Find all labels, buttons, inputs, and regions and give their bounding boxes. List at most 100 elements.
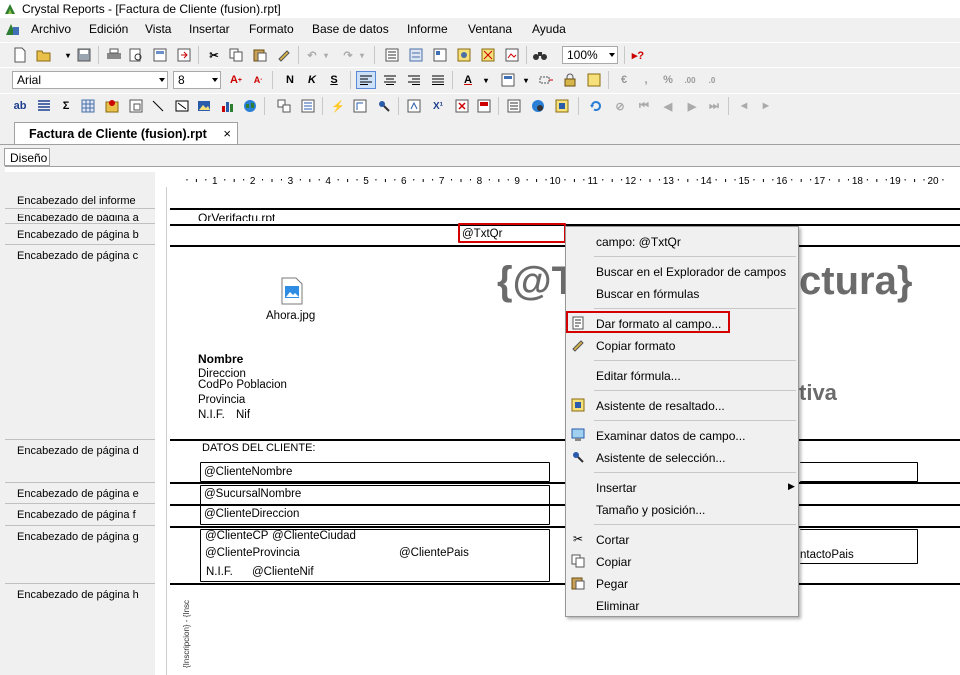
- image-file-icon[interactable]: [281, 277, 303, 305]
- field-txtqr[interactable]: @TxtQr: [462, 228, 502, 240]
- open-icon[interactable]: [36, 47, 52, 63]
- section-label-page-header-g[interactable]: Encabezado de página g: [17, 531, 139, 543]
- dependency-checker-icon[interactable]: [480, 47, 496, 63]
- menu-ventana[interactable]: Ventana: [468, 22, 512, 36]
- menu-edicion[interactable]: Edición: [89, 22, 128, 36]
- menu-item-examinar-datos[interactable]: Examinar datos de campo...: [596, 429, 745, 443]
- cut-icon[interactable]: ✂: [206, 47, 222, 63]
- field-client-city[interactable]: @ClienteCiudad: [272, 530, 356, 542]
- document-icon[interactable]: [4, 21, 20, 37]
- section-label-page-header-d[interactable]: Encabezado de página d: [17, 445, 139, 457]
- database-globe-icon[interactable]: [530, 98, 546, 114]
- bold-button[interactable]: N: [282, 72, 298, 88]
- highlight-toolbar-icon[interactable]: [554, 98, 570, 114]
- menu-vista[interactable]: Vista: [145, 22, 171, 36]
- border-icon[interactable]: [500, 72, 516, 88]
- menu-item-buscar-formulas[interactable]: Buscar en fórmulas: [596, 287, 699, 301]
- stop-icon[interactable]: ⊘: [612, 98, 628, 114]
- preview-icon[interactable]: [152, 47, 168, 63]
- undo-dropdown-icon[interactable]: ▾: [318, 47, 334, 63]
- menu-ayuda[interactable]: Ayuda: [532, 22, 566, 36]
- picture-icon[interactable]: [196, 98, 212, 114]
- horizontal-ruler[interactable]: 1 2 3 4 5 6 7 8 9 10 11 12 13 14 15 16 17 18 19 20: [175, 174, 960, 186]
- delete-formula-icon[interactable]: [454, 98, 470, 114]
- percent-icon[interactable]: %: [660, 72, 676, 88]
- group-tree-icon[interactable]: [384, 47, 400, 63]
- menu-item-cortar[interactable]: Cortar: [596, 533, 629, 547]
- box-icon[interactable]: [174, 98, 190, 114]
- section-label-page-header-c[interactable]: Encabezado de página c: [17, 250, 138, 262]
- paste-toolbar-icon[interactable]: [252, 47, 268, 63]
- section-label-page-header-f[interactable]: Encabezado de página f: [17, 509, 136, 521]
- formula-workshop-icon[interactable]: [352, 98, 368, 114]
- font-color-icon[interactable]: A: [460, 72, 476, 88]
- top-n-icon[interactable]: X¹: [430, 98, 446, 114]
- band-separator[interactable]: [170, 208, 960, 210]
- section-label-page-header-e[interactable]: Encabezado de página e: [17, 488, 139, 500]
- field-branch-name[interactable]: @SucursalNombre: [204, 488, 301, 500]
- database-expert-icon[interactable]: [506, 98, 522, 114]
- align-left-button[interactable]: [356, 71, 376, 89]
- menu-archivo[interactable]: Archivo: [31, 22, 71, 36]
- section-label-page-header-b[interactable]: Encabezado de página b: [17, 229, 139, 241]
- find-icon[interactable]: [532, 47, 548, 63]
- menu-item-copiar-formato[interactable]: Copiar formato: [596, 339, 675, 353]
- menu-item-tamano-posicion[interactable]: Tamaño y posición...: [596, 503, 705, 517]
- group-select-icon[interactable]: [476, 98, 492, 114]
- workbench-icon[interactable]: [504, 47, 520, 63]
- field-client-name[interactable]: @ClienteNombre: [204, 466, 292, 478]
- title-formula-right[interactable]: ctura}: [799, 259, 912, 304]
- help-icon[interactable]: ▸?: [630, 47, 646, 63]
- rectificativa-label[interactable]: tiva: [799, 380, 837, 406]
- currency-icon[interactable]: €: [616, 72, 632, 88]
- inscription-vertical-field[interactable]: {Inscripcion} - {Insc: [182, 600, 191, 668]
- line-icon[interactable]: [150, 98, 166, 114]
- print-preview-icon[interactable]: [128, 47, 144, 63]
- previous-page-icon[interactable]: ◀: [660, 98, 676, 114]
- menu-insertar[interactable]: Insertar: [189, 22, 230, 36]
- field-client-address[interactable]: @ClienteDireccion: [204, 508, 299, 520]
- tab-factura-de-cliente[interactable]: Factura de Cliente (fusion).rpt ×: [14, 122, 238, 145]
- export-icon[interactable]: [176, 47, 192, 63]
- save-icon[interactable]: [76, 47, 92, 63]
- field-client-country[interactable]: @ClientePais: [399, 547, 469, 559]
- section-label-report-header[interactable]: Encabezado del informe: [17, 195, 136, 207]
- copy-toolbar-icon[interactable]: [228, 47, 244, 63]
- company-nif-label[interactable]: N.I.F.: [198, 409, 225, 421]
- company-cp-city[interactable]: CodPo Poblacion: [198, 379, 287, 391]
- menu-base-de-datos[interactable]: Base de datos: [312, 22, 389, 36]
- zoom-combo[interactable]: 100%: [562, 46, 618, 64]
- section-label-page-header-h[interactable]: Encabezado de página h: [17, 589, 139, 601]
- align-right-button[interactable]: [406, 72, 422, 88]
- back-icon[interactable]: ◄: [736, 98, 752, 114]
- section-label-page-header-a[interactable]: Encabezado de página a: [17, 214, 139, 221]
- cross-tab-icon[interactable]: [80, 98, 96, 114]
- forward-icon[interactable]: ►: [758, 98, 774, 114]
- tab-diseno[interactable]: Diseño: [4, 148, 50, 166]
- menu-item-buscar-explorador[interactable]: Buscar en el Explorador de campos: [596, 265, 786, 279]
- select-expert-toolbar-icon[interactable]: [376, 98, 392, 114]
- menu-item-asistente-resaltado[interactable]: Asistente de resaltado...: [596, 399, 725, 413]
- field-explorer-icon[interactable]: [408, 47, 424, 63]
- increase-decimals-icon[interactable]: .00: [682, 72, 698, 88]
- report-explorer-icon[interactable]: [432, 47, 448, 63]
- font-name-combo[interactable]: Arial: [12, 71, 168, 89]
- last-page-icon[interactable]: ⏭: [706, 98, 722, 114]
- font-size-combo[interactable]: 8: [173, 71, 221, 89]
- refresh-icon[interactable]: [588, 98, 604, 114]
- menu-item-dar-formato[interactable]: Dar formato al campo...: [596, 317, 721, 331]
- italic-button[interactable]: K: [304, 72, 320, 88]
- menu-item-insertar[interactable]: Insertar: [596, 481, 637, 495]
- format-painter-toolbar-icon[interactable]: [276, 47, 292, 63]
- open-dropdown-icon[interactable]: ▾: [60, 47, 76, 63]
- decrease-decimals-icon[interactable]: .0: [704, 72, 720, 88]
- group-icon[interactable]: [36, 98, 52, 114]
- map-icon[interactable]: [242, 98, 258, 114]
- olap-grid-icon[interactable]: [104, 98, 120, 114]
- section-expert-icon[interactable]: [300, 98, 316, 114]
- subreport-icon[interactable]: [128, 98, 144, 114]
- company-province[interactable]: Provincia: [198, 394, 245, 406]
- subreport-qr-verifactu[interactable]: QrVerifactu.rpt: [198, 212, 275, 221]
- menu-item-eliminar[interactable]: Eliminar: [596, 599, 639, 613]
- menu-informe[interactable]: Informe: [407, 22, 448, 36]
